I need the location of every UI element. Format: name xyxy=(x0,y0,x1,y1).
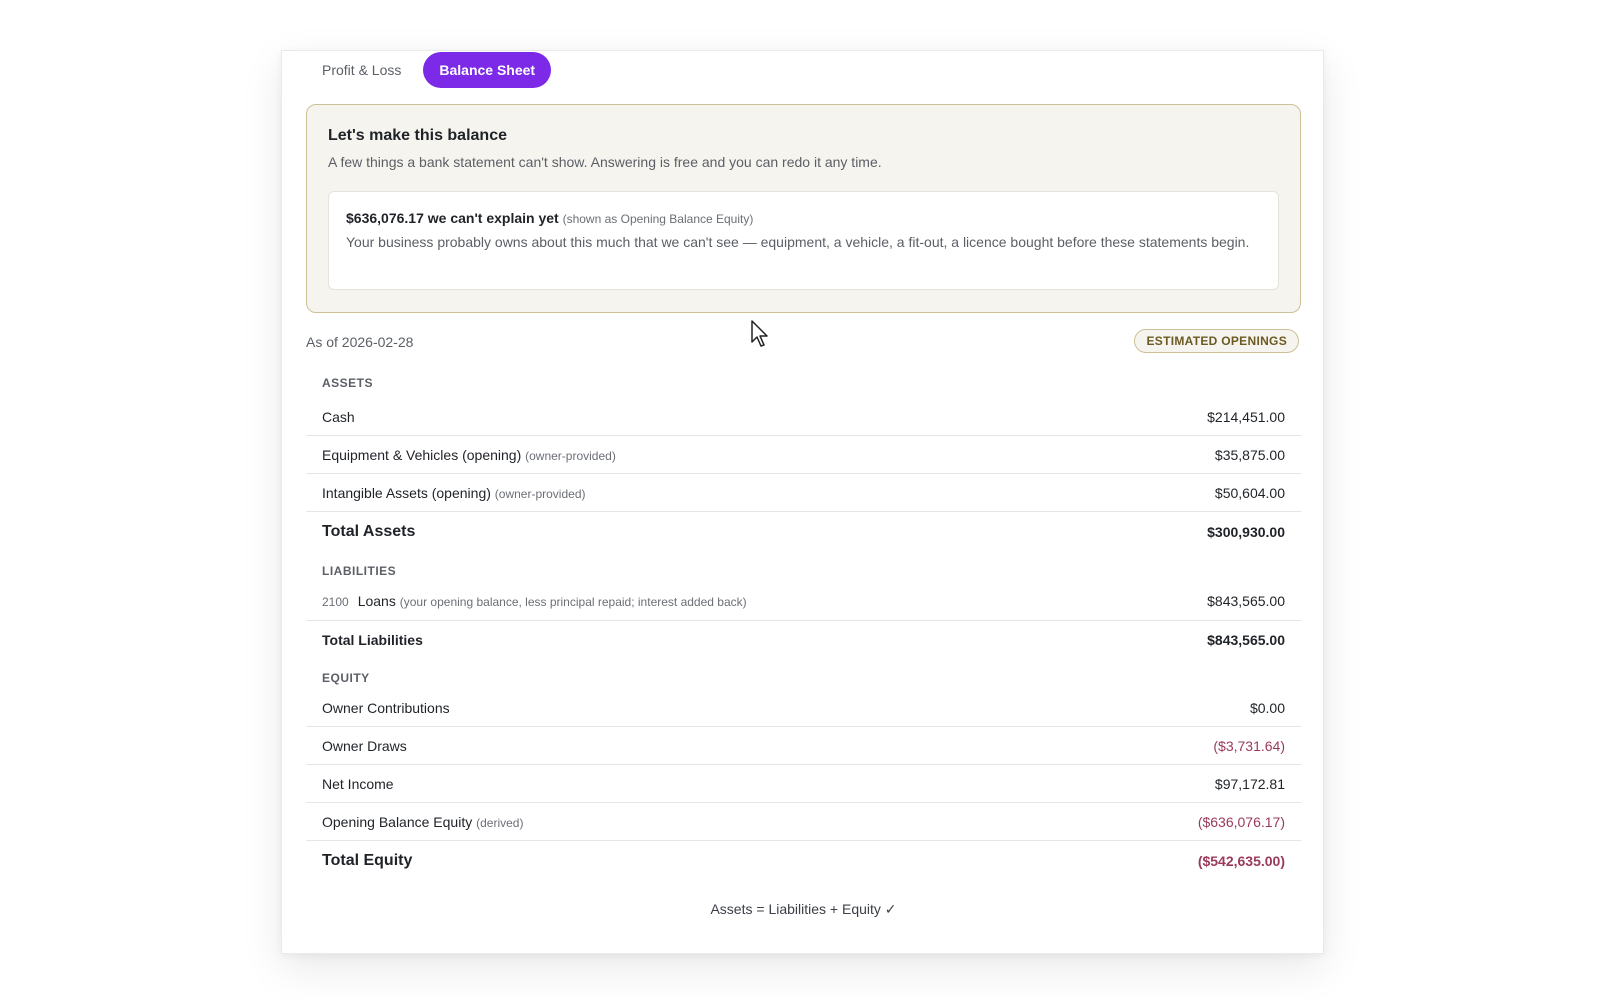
section-label-equity: EQUITY xyxy=(322,671,370,685)
unexplained-note: (shown as Opening Balance Equity) xyxy=(562,212,754,226)
total-liabilities-row: Total Liabilities $843,565.00 xyxy=(306,621,1301,658)
unexplained-line: $636,076.17 we can't explain yet (shown … xyxy=(346,210,1261,226)
table-row[interactable]: Net Income $97,172.81 xyxy=(306,765,1301,803)
row-label: Equipment & Vehicles (opening) xyxy=(322,446,522,463)
balance-sheet-card: Profit & Loss Balance Sheet Let's make t… xyxy=(281,50,1324,954)
row-amount: $50,604.00 xyxy=(1214,484,1285,501)
row-amount: $0.00 xyxy=(1249,699,1285,716)
row-sublabel: (owner-provided) xyxy=(494,486,586,501)
unexplained-amount-card[interactable]: $636,076.17 we can't explain yet (shown … xyxy=(328,191,1279,290)
tab-balance-sheet[interactable]: Balance Sheet xyxy=(423,51,552,88)
row-label: Owner Contributions xyxy=(322,699,450,716)
total-label: Total Equity xyxy=(322,852,413,869)
section-label-assets: ASSETS xyxy=(322,376,374,390)
account-code: 2100 xyxy=(322,595,349,609)
tab-profit-loss[interactable]: Profit & Loss xyxy=(306,52,417,88)
section-label-liabilities: LIABILITIES xyxy=(322,564,397,578)
report-tabs: Profit & Loss Balance Sheet xyxy=(306,51,552,88)
row-sublabel: (your opening balance, less principal re… xyxy=(399,595,747,609)
balance-notice: Let's make this balance A few things a b… xyxy=(306,104,1301,313)
status-badge: ESTIMATED OPENINGS xyxy=(1134,329,1299,353)
mouse-cursor-icon xyxy=(751,320,768,347)
row-amount: $214,451.00 xyxy=(1207,408,1285,425)
unexplained-description: Your business probably owns about this m… xyxy=(346,234,1250,250)
row-label: Owner Draws xyxy=(322,737,407,754)
row-label: Cash xyxy=(322,408,355,425)
row-amount: ($636,076.17) xyxy=(1197,813,1285,830)
unexplained-amount: $636,076.17 xyxy=(346,210,424,226)
balance-sheet-table: ASSETS Cash $214,451.00 Equipment & Vehi… xyxy=(306,369,1301,918)
table-row[interactable]: Intangible Assets (opening) (owner-provi… xyxy=(306,474,1301,512)
row-label: Net Income xyxy=(322,775,394,792)
notice-subtitle: A few things a bank statement can't show… xyxy=(328,154,882,170)
row-amount: $843,565.00 xyxy=(1207,593,1285,609)
total-amount: $300,930.00 xyxy=(1207,524,1285,540)
unexplained-headline: we can't explain yet xyxy=(427,210,559,226)
table-row[interactable]: Cash $214,451.00 xyxy=(306,398,1301,436)
total-label: Total Assets xyxy=(322,523,416,540)
table-row[interactable]: Owner Draws ($3,731.64) xyxy=(306,727,1301,765)
row-label: Opening Balance Equity xyxy=(322,813,473,830)
row-amount: ($3,731.64) xyxy=(1213,737,1285,754)
as-of-date: As of 2026-02-28 xyxy=(306,334,414,350)
table-row[interactable]: 2100 Loans (your opening balance, less pr… xyxy=(306,582,1301,621)
total-amount: $843,565.00 xyxy=(1207,631,1285,648)
table-row[interactable]: Equipment & Vehicles (opening) (owner-pr… xyxy=(306,436,1301,474)
row-sublabel: (owner-provided) xyxy=(525,448,616,463)
total-equity-row: Total Equity ($542,635.00) xyxy=(306,841,1301,881)
total-assets-row: Total Assets $300,930.00 xyxy=(306,512,1301,552)
table-row[interactable]: Opening Balance Equity (derived) ($636,0… xyxy=(306,803,1301,841)
total-label: Total Liabilities xyxy=(322,631,423,648)
table-row[interactable]: Owner Contributions $0.00 xyxy=(306,689,1301,727)
row-sublabel: (derived) xyxy=(476,815,524,830)
row-amount: $35,875.00 xyxy=(1214,446,1285,463)
total-amount: ($542,635.00) xyxy=(1197,853,1285,869)
row-amount: $97,172.81 xyxy=(1214,775,1285,792)
row-label: Loans xyxy=(357,593,396,609)
notice-title: Let's make this balance xyxy=(328,127,507,144)
balance-check-text: Assets = Liabilities + Equity ✓ xyxy=(710,901,897,917)
row-label: Intangible Assets (opening) xyxy=(322,484,491,501)
